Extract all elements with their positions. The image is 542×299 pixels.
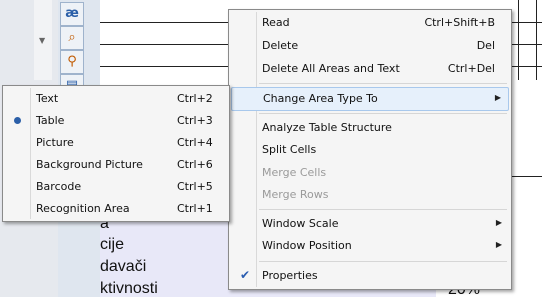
menu-item-shortcut: Ctrl+3 (177, 114, 213, 127)
menu-item-shortcut: Del (476, 39, 495, 52)
menu-item-label: Window Scale (262, 217, 339, 230)
menu-item-label: Change Area Type To (263, 92, 378, 105)
radio-bullet-icon (14, 117, 21, 124)
menu-item-label: Picture (36, 136, 74, 149)
menu-item-window-position[interactable]: Window Position ▶ (231, 235, 509, 257)
zone-text-line: ktivnosti (100, 280, 158, 297)
submenu-item-barcode[interactable]: Barcode Ctrl+5 (5, 176, 227, 198)
menu-separator (259, 261, 507, 262)
submenu-arrow-icon: ▶ (495, 240, 502, 249)
menu-item-shortcut: Ctrl+Shift+B (424, 16, 495, 29)
menu-item-label: Merge Rows (262, 188, 329, 201)
zone-text-line: cije (100, 236, 125, 253)
zone-text-line: davači (100, 258, 147, 275)
submenu-arrow-icon: ▶ (495, 218, 502, 227)
menu-item-merge-cells: Merge Cells (231, 162, 509, 184)
menu-item-split-cells[interactable]: Split Cells (231, 139, 509, 161)
checkmark-icon: ✔ (240, 268, 251, 282)
menu-item-label: Table (36, 114, 65, 127)
chevron-down-icon[interactable]: ▼ (39, 36, 45, 45)
zoom-area-tool-button[interactable]: ⌕ (60, 26, 84, 50)
submenu-item-table[interactable]: Table Ctrl+3 (5, 110, 227, 132)
submenu-item-recognition-area[interactable]: Recognition Area Ctrl+1 (5, 198, 227, 220)
menu-separator (259, 209, 507, 210)
menu-item-label: Split Cells (262, 143, 317, 156)
menu-item-label: Recognition Area (36, 202, 130, 215)
table-column-rule (536, 0, 537, 80)
menu-separator (259, 113, 507, 114)
menu-item-label: Merge Cells (262, 166, 327, 179)
menu-item-label: Text (36, 92, 59, 105)
magnify-tool-button[interactable]: ⚲ (60, 50, 84, 74)
menu-item-label: Properties (262, 269, 318, 282)
area-type-submenu: Text Ctrl+2 Table Ctrl+3 Picture Ctrl+4 … (2, 85, 230, 222)
text-tool-icon: æ (65, 6, 79, 21)
menu-item-shortcut: Ctrl+5 (177, 180, 213, 193)
menu-item-read[interactable]: Read Ctrl+Shift+B (231, 12, 509, 34)
menu-item-shortcut: Ctrl+4 (177, 136, 213, 149)
panel-scrollbar[interactable]: ▼ (34, 0, 52, 80)
menu-item-merge-rows: Merge Rows (231, 184, 509, 206)
magnifier-icon: ⌕ (68, 30, 76, 45)
menu-item-label: Delete All Areas and Text (262, 62, 400, 75)
menu-item-shortcut: Ctrl+1 (177, 202, 213, 215)
text-recognition-tool-button[interactable]: æ (60, 2, 84, 26)
menu-separator (259, 83, 507, 84)
menu-item-shortcut: Ctrl+2 (177, 92, 213, 105)
menu-item-label: Delete (262, 39, 299, 52)
menu-item-delete-all[interactable]: Delete All Areas and Text Ctrl+Del (231, 58, 509, 80)
menu-item-analyze-table[interactable]: Analyze Table Structure (231, 117, 509, 139)
menu-item-label: Window Position (262, 239, 352, 252)
menu-item-shortcut: Ctrl+Del (447, 62, 495, 75)
menu-item-change-area-type[interactable]: Change Area Type To ▶ (231, 87, 509, 111)
menu-item-label: Analyze Table Structure (262, 121, 392, 134)
menu-item-label: Read (262, 16, 290, 29)
submenu-arrow-icon: ▶ (494, 93, 501, 102)
submenu-item-picture[interactable]: Picture Ctrl+4 (5, 132, 227, 154)
menu-item-properties[interactable]: ✔ Properties (231, 265, 509, 287)
table-column-rule (518, 0, 519, 80)
search-icon: ⚲ (67, 54, 77, 69)
menu-item-shortcut: Ctrl+6 (177, 158, 213, 171)
menu-item-delete[interactable]: Delete Del (231, 35, 509, 57)
submenu-item-text[interactable]: Text Ctrl+2 (5, 88, 227, 110)
context-menu: Read Ctrl+Shift+B Delete Del Delete All … (228, 9, 512, 290)
menu-item-label: Barcode (36, 180, 82, 193)
menu-item-window-scale[interactable]: Window Scale ▶ (231, 213, 509, 235)
menu-item-label: Background Picture (36, 158, 143, 171)
submenu-item-background-picture[interactable]: Background Picture Ctrl+6 (5, 154, 227, 176)
